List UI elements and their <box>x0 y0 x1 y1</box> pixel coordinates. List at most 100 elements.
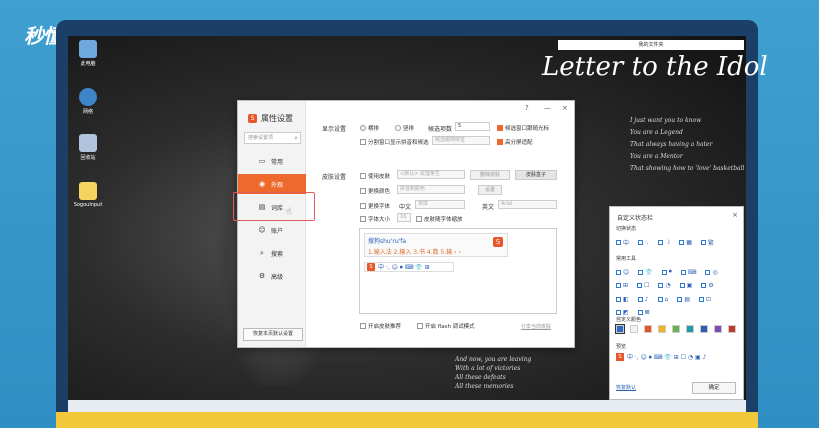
monitor-icon: ▭ <box>258 157 266 165</box>
desktop-icon-sogouinput[interactable]: SogouInput <box>68 182 108 208</box>
skin-select[interactable]: <默认> 纹理条生 <box>397 170 465 179</box>
candidates-count-select[interactable]: 5 <box>455 122 490 131</box>
follow-skin-checkbox[interactable]: 皮肤随字体缩放 <box>416 215 463 223</box>
display-settings-label: 显示设置 <box>322 126 347 133</box>
font-size-checkbox[interactable]: 字体大小 <box>360 215 390 223</box>
tool-item[interactable]: ▤ <box>677 296 690 303</box>
sogou-logo-icon: S <box>493 237 503 247</box>
switch-item[interactable]: ·, <box>638 238 649 247</box>
color-swatch[interactable] <box>728 325 736 333</box>
custom-color-label: 自定义颜色 <box>616 317 642 323</box>
sidebar-item-common[interactable]: ▭ 常用 <box>238 151 306 171</box>
search-icon[interactable]: ⌕ <box>294 133 298 143</box>
desktop-icon-recycle-bin[interactable]: 回收站 <box>68 134 108 161</box>
status-bar-preview-panel: S 中 ·, ☺ ⏺ ⌨ 👕 ⊞ ☐ ◔ ▣ ♪ <box>616 352 706 362</box>
color-swatch[interactable] <box>615 324 625 334</box>
tool-item[interactable]: ⊞ <box>616 282 628 289</box>
sidebar-item-appearance[interactable]: ◉ 外观 <box>238 174 306 194</box>
color-swatch[interactable] <box>658 325 666 333</box>
close-button[interactable]: × <box>562 104 568 112</box>
flash-debug-checkbox[interactable]: 开启 flash 调试模式 <box>417 322 475 330</box>
tool-item[interactable]: ◧ <box>616 296 629 303</box>
switch-item[interactable]: ☽ <box>657 238 670 247</box>
candidate-window-preview: 搜狗shu'ru'fa 1.输入法 2.输入 3.书 4.数 5.输 ‹ › S <box>364 233 508 257</box>
minimize-button[interactable]: — <box>544 104 551 112</box>
tool-item[interactable]: ⊡ <box>699 296 711 303</box>
sidebar-item-account[interactable]: ☺ 账户 <box>238 220 306 240</box>
highlight-box <box>233 192 315 221</box>
sogou-logo-icon: S <box>367 263 375 271</box>
color-swatch[interactable] <box>644 325 652 333</box>
color-select[interactable]: 拼音和颜色 <box>397 185 465 194</box>
switch-item[interactable]: 繁 <box>700 238 714 247</box>
switch-item[interactable]: 中 <box>616 238 629 247</box>
chinese-font-label: 中文 <box>399 204 412 211</box>
high-dpi-checkbox[interactable]: 高分屏适配 <box>497 138 533 146</box>
color-swatch[interactable] <box>714 325 722 333</box>
sidebar-item-search[interactable]: ⌕ 搜索 <box>238 243 306 263</box>
english-font-select[interactable]: Arial <box>498 200 557 209</box>
tool-item[interactable]: ⏺ <box>661 268 672 276</box>
tools-row-1: ☺ 👕 ⏺ ⌨ ◎ <box>616 268 718 276</box>
wallpaper-title: Letter to the Idol <box>542 52 768 82</box>
tool-item[interactable]: ☺ <box>616 268 629 276</box>
settings-search-input[interactable]: 搜索设置项 ⌕ <box>244 132 301 144</box>
color-swatch[interactable] <box>686 325 694 333</box>
help-button[interactable]: ? <box>525 104 529 112</box>
desktop-taskbar-strip <box>68 400 746 412</box>
tool-item[interactable]: ⊠ <box>637 309 650 316</box>
horizontal-radio[interactable]: 横排 <box>360 124 379 132</box>
switch-item[interactable]: ▦ <box>679 238 692 247</box>
follow-cursor-checkbox[interactable]: 候选窗口跟随光标 <box>497 124 549 132</box>
wallpaper-lines: I just want you to know You are a Legend … <box>630 117 745 172</box>
bottom-bar <box>56 412 758 428</box>
tool-item[interactable]: 👕 <box>638 268 653 276</box>
preview-candidates: 1.输入法 2.输入 3.书 4.数 5.输 ‹ › <box>368 249 461 256</box>
color-swatch[interactable] <box>672 325 680 333</box>
wallpaper-lines-bottom: And now, you are leaving With a lot of vi… <box>455 356 532 390</box>
split-window-checkbox[interactable]: 分割窗口显示拼音和候选 <box>360 138 429 146</box>
panel-close-icon[interactable]: × <box>732 211 738 219</box>
custom-status-panel: 自定义状态栏 × <box>609 206 744 400</box>
folder-icon <box>79 182 97 200</box>
font-size-select[interactable]: 16 <box>397 213 411 222</box>
reset-defaults-button[interactable]: 恢复本页默认设置 <box>243 328 303 341</box>
tool-item[interactable]: ▣ <box>679 282 692 289</box>
status-bar-preview: S 中 ·, ☺ ⏺ ⌨ 👕 ⊞ <box>364 262 454 272</box>
folder-window-title: 我的文件夹 <box>558 40 744 50</box>
dialog-sidebar: S 属性设置 搜索设置项 ⌕ ▭ 常用 ◉ 外观 ▤ 词库 ☺ 账户 ⌕ 搜索 … <box>238 101 306 347</box>
search-icon: ⌕ <box>260 248 264 257</box>
change-color-checkbox[interactable]: 更换颜色 <box>360 187 390 195</box>
sogou-logo-icon: S <box>616 353 624 361</box>
common-tools-label: 常用工具 <box>616 256 637 262</box>
color-swatch[interactable] <box>630 325 638 333</box>
share-skin-link[interactable]: 分享当前皮肤 <box>521 323 551 330</box>
sidebar-item-advanced[interactable]: ⚙ 高级 <box>238 266 306 286</box>
tool-item[interactable]: ♪ <box>637 296 649 303</box>
recycle-bin-icon <box>79 134 97 152</box>
skin-box-button[interactable]: 皮肤盒子 <box>515 170 557 180</box>
panel-title: 自定义状态栏 <box>617 215 654 222</box>
delete-skin-button[interactable]: 删除皮肤 <box>470 170 510 180</box>
vertical-radio[interactable]: 竖排 <box>395 124 414 132</box>
ok-button[interactable]: 确定 <box>692 382 736 394</box>
follow-style-select[interactable]: 候选跟随拼音 <box>432 136 490 145</box>
tools-row-4: ◩ ⊠ <box>616 309 650 316</box>
desktop-icon-network[interactable]: 网络 <box>68 88 108 115</box>
tool-item[interactable]: ◩ <box>616 309 629 316</box>
skin-recommend-checkbox[interactable]: 开启皮肤推荐 <box>360 322 401 330</box>
use-skin-checkbox[interactable]: 使用皮肤 <box>360 172 390 180</box>
color-settings-button[interactable]: 设置 <box>478 185 502 195</box>
switch-state-row: 中 ·, ☽ ▦ 繁 <box>616 238 714 247</box>
tool-item[interactable]: ◔ <box>658 282 671 289</box>
tool-item[interactable]: ⚙ <box>701 282 714 289</box>
tool-item[interactable]: ⌨ <box>680 268 696 276</box>
tool-item[interactable]: ◎ <box>705 268 718 276</box>
tool-item[interactable]: ☐ <box>637 282 649 289</box>
chinese-font-select[interactable]: 宋体 <box>415 200 465 209</box>
restore-default-link[interactable]: 恢复默认 <box>616 384 636 391</box>
tool-item[interactable]: ⌂ <box>657 296 668 303</box>
desktop-icon-this-pc[interactable]: 此电脑 <box>68 40 108 67</box>
change-font-checkbox[interactable]: 更换字体 <box>360 202 390 210</box>
color-swatch[interactable] <box>700 325 708 333</box>
